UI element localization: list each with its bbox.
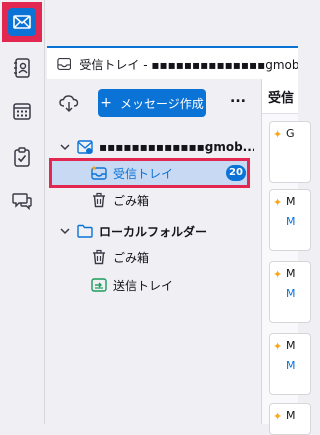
folder-row-trash[interactable]: ごみ箱 — [47, 188, 261, 212]
mail-account-icon — [77, 140, 93, 154]
trash-icon — [93, 249, 105, 265]
folder-row-inbox[interactable]: 受信トレイ 20 — [47, 161, 261, 185]
trash-icon — [93, 192, 105, 208]
message-card[interactable]: ✦ G — [269, 121, 311, 183]
message-card[interactable]: ✦ M — [269, 403, 311, 435]
calendar-space-button[interactable] — [7, 96, 37, 126]
chevron-down-icon — [60, 144, 70, 151]
star-icon[interactable]: ✦ — [273, 268, 282, 281]
folder-row-outbox[interactable]: 送信トレイ — [47, 273, 261, 297]
message-subject: M — [286, 287, 296, 300]
message-from: M — [286, 195, 296, 208]
local-trash-label: ごみ箱 — [113, 250, 150, 265]
folder-row-account[interactable]: ▪▪▪▪▪▪▪▪▪▪▪▪▪gmob... — [47, 135, 261, 159]
tasks-icon — [14, 147, 30, 167]
chevron-down-icon — [60, 228, 70, 235]
account-name: ▪▪▪▪▪▪▪▪▪▪▪▪▪gmob... — [99, 140, 254, 154]
message-from: M — [286, 409, 296, 422]
address-book-space-button[interactable] — [7, 53, 37, 83]
message-card[interactable]: ✦ M M — [269, 261, 311, 323]
chat-space-button[interactable] — [7, 186, 37, 216]
inbox-icon — [91, 165, 107, 180]
compose-button[interactable]: + メッセージ作成 — [98, 89, 206, 117]
message-subject: M — [286, 215, 296, 228]
local-folders-label: ローカルフォルダー — [99, 224, 208, 239]
get-messages-button[interactable] — [59, 94, 79, 114]
compose-label: メッセージ作成 — [119, 96, 204, 111]
spaces-toolbar — [0, 0, 45, 424]
inbox-tab-icon — [57, 58, 72, 70]
folder-row-local-trash[interactable]: ごみ箱 — [47, 245, 261, 269]
message-card[interactable]: ✦ M M — [269, 189, 311, 251]
download-cloud-icon — [59, 95, 79, 112]
message-from: M — [286, 267, 296, 280]
tab-title: 受信トレイ - ▪▪▪▪▪▪▪▪▪▪▪▪▪▪gmobb.jp — [79, 57, 298, 72]
more-options-button[interactable]: ... — [228, 91, 248, 111]
folder-icon — [77, 224, 93, 238]
mail-icon — [13, 15, 31, 29]
message-card[interactable]: ✦ M M — [269, 333, 311, 395]
star-icon[interactable]: ✦ — [273, 196, 282, 209]
address-book-icon — [14, 58, 30, 78]
message-subject: M — [286, 359, 296, 372]
trash-label: ごみ箱 — [113, 193, 150, 208]
folder-row-local-folders[interactable]: ローカルフォルダー — [47, 219, 261, 243]
outbox-label: 送信トレイ — [113, 278, 174, 293]
plus-icon: + — [100, 95, 112, 111]
folder-pane: + メッセージ作成 ... ▪▪▪▪▪▪▪▪▪▪▪▪▪gmob... 受信トレイ… — [47, 79, 262, 424]
tasks-space-button[interactable] — [7, 142, 37, 172]
tab-strip — [45, 0, 298, 46]
star-icon[interactable]: ✦ — [273, 128, 282, 141]
mail-space-button[interactable] — [2, 2, 42, 42]
thread-pane: 受信 ✦ G ✦ M M ✦ M M ✦ M M ✦ M — [262, 79, 311, 435]
chat-icon — [12, 193, 32, 210]
thread-header: 受信 — [262, 79, 298, 114]
inbox-label: 受信トレイ — [113, 166, 174, 181]
star-icon[interactable]: ✦ — [273, 410, 282, 423]
star-icon[interactable]: ✦ — [273, 340, 282, 353]
message-from: G — [286, 127, 295, 140]
message-from: M — [286, 339, 296, 352]
calendar-icon — [13, 103, 31, 120]
tab-inbox[interactable]: 受信トレイ - ▪▪▪▪▪▪▪▪▪▪▪▪▪▪gmobb.jp — [47, 46, 298, 81]
unread-badge: 20 — [226, 165, 246, 181]
outbox-icon — [91, 278, 107, 292]
